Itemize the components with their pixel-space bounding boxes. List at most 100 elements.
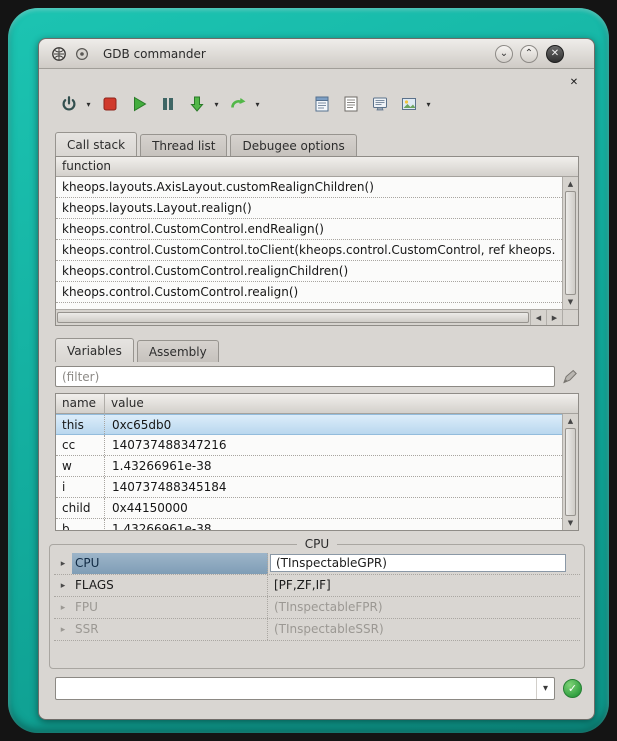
snapshot-button[interactable] (397, 92, 421, 116)
variables-header: name value (56, 394, 578, 414)
continue-button[interactable] (226, 92, 250, 116)
scroll-up-icon[interactable]: ▲ (563, 414, 578, 428)
power-button[interactable] (57, 92, 81, 116)
scrollbar-thumb[interactable] (565, 191, 576, 295)
callstack-horizontal-scrollbar[interactable]: ◀ ▶ (56, 309, 562, 325)
run-button[interactable] (127, 92, 151, 116)
cpu-row[interactable]: ▸ FLAGS [PF,ZF,IF] (54, 575, 580, 597)
command-combobox[interactable]: ▾ (55, 677, 555, 700)
send-command-button[interactable]: ✓ (563, 679, 582, 698)
snapshot-dropdown-icon[interactable]: ▾ (424, 100, 433, 109)
titlebar[interactable]: GDB commander ⌄ ⌃ ✕ (39, 39, 594, 69)
scroll-down-icon[interactable]: ▼ (563, 295, 578, 309)
cpu-groupbox: CPU ▸ CPU (TInspectableGPR) ▸ FLAGS [PF,… (49, 537, 585, 669)
filter-icon[interactable] (561, 368, 579, 386)
expander-icon[interactable]: ▸ (54, 559, 72, 569)
column-header-function[interactable]: function (56, 157, 578, 177)
scroll-left-icon[interactable]: ◀ (530, 310, 546, 325)
tab-call-stack[interactable]: Call stack (55, 132, 137, 156)
variables-tabbar: Variables Assembly (55, 338, 222, 362)
variable-row[interactable]: cc 140737488347216 (56, 435, 562, 456)
step-button[interactable] (185, 92, 209, 116)
variable-row[interactable]: child 0x44150000 (56, 498, 562, 519)
tab-debugee-options[interactable]: Debugee options (230, 134, 356, 156)
app-icon (51, 46, 67, 62)
cpu-row[interactable]: ▸ FPU (TInspectableFPR) (54, 597, 580, 619)
callstack-tabbar: Call stack Thread list Debugee options (55, 132, 360, 156)
expander-icon[interactable]: ▸ (54, 603, 72, 613)
column-header-name[interactable]: name (56, 394, 105, 414)
variable-name: b (56, 519, 105, 530)
callstack-header: function (56, 157, 578, 177)
output-button[interactable] (339, 92, 363, 116)
expander-icon[interactable]: ▸ (54, 625, 72, 635)
register-group-name: SSR (72, 619, 268, 640)
scroll-right-icon[interactable]: ▶ (546, 310, 562, 325)
debug-toolbar: ▾ (57, 89, 582, 119)
variable-row[interactable]: w 1.43266961e-38 (56, 456, 562, 477)
cpu-row[interactable]: ▸ SSR (TInspectableSSR) (54, 619, 580, 641)
callstack-vertical-scrollbar[interactable]: ▲ ▼ (562, 177, 578, 309)
callstack-row[interactable]: kheops.control.CustomControl.toClient(kh… (56, 240, 562, 261)
callstack-table: function kheops.layouts.AxisLayout.custo… (55, 156, 579, 326)
callstack-row[interactable]: kheops.layouts.AxisLayout.customRealignC… (56, 177, 562, 198)
stop-button[interactable] (98, 92, 122, 116)
cpu-row[interactable]: ▸ CPU (TInspectableGPR) (54, 553, 580, 575)
command-input[interactable] (56, 678, 536, 699)
step-dropdown-icon[interactable]: ▾ (212, 100, 221, 109)
power-icon (60, 95, 78, 113)
variable-row[interactable]: this 0xc65db0 (56, 414, 562, 435)
scroll-up-icon[interactable]: ▲ (563, 177, 578, 191)
shade-button[interactable]: ⌄ (495, 45, 513, 63)
tab-variables[interactable]: Variables (55, 338, 134, 362)
register-group-value: (TInspectableFPR) (268, 597, 580, 618)
combo-dropdown-icon[interactable]: ▾ (536, 678, 554, 699)
variables-rows: this 0xc65db0 cc 140737488347216 w 1.432… (56, 414, 562, 530)
dock-close-button[interactable]: ✕ (567, 76, 581, 90)
pause-button[interactable] (156, 92, 180, 116)
scrollbar-thumb[interactable] (57, 312, 529, 323)
variable-value: 0x44150000 (105, 498, 562, 518)
list-icon (342, 95, 360, 113)
variable-name: w (56, 456, 105, 476)
power-dropdown-icon[interactable]: ▾ (84, 100, 93, 109)
cpu-rows: ▸ CPU (TInspectableGPR) ▸ FLAGS [PF,ZF,I… (54, 553, 580, 641)
variable-row[interactable]: i 140737488345184 (56, 477, 562, 498)
tab-thread-list[interactable]: Thread list (140, 134, 227, 156)
expander-icon[interactable]: ▸ (54, 581, 72, 591)
context-help-icon[interactable] (75, 47, 89, 61)
callstack-row[interactable]: kheops.control.CustomControl.realignChil… (56, 261, 562, 282)
register-value-field[interactable]: (TInspectableGPR) (270, 554, 566, 572)
filter-input[interactable] (55, 366, 555, 387)
callstack-row[interactable]: kheops.control.CustomControl.realign() (56, 282, 562, 303)
evaluate-button[interactable] (310, 92, 334, 116)
callstack-row[interactable]: kheops.control.CustomControl.endRealign(… (56, 219, 562, 240)
variable-row[interactable]: b 1.43266961e-38 (56, 519, 562, 530)
scrollbar-corner (562, 309, 578, 325)
run-icon (130, 95, 148, 113)
variable-name: this (56, 415, 105, 434)
column-header-value[interactable]: value (105, 394, 578, 414)
continue-icon (229, 95, 247, 113)
callstack-row[interactable]: kheops.layouts.Layout.realign() (56, 198, 562, 219)
maximize-button[interactable]: ⌃ (520, 45, 538, 63)
variables-vertical-scrollbar[interactable]: ▲ ▼ (562, 414, 578, 530)
close-button[interactable]: ✕ (546, 45, 564, 63)
watch-button[interactable] (368, 92, 392, 116)
document-icon (313, 95, 331, 113)
desktop-background: GDB commander ⌄ ⌃ ✕ ✕ ▾ (0, 0, 617, 741)
variable-name: cc (56, 435, 105, 455)
scrollbar-thumb[interactable] (565, 428, 576, 516)
tab-assembly[interactable]: Assembly (137, 340, 219, 362)
continue-dropdown-icon[interactable]: ▾ (253, 100, 262, 109)
step-down-icon (188, 95, 206, 113)
variable-name: child (56, 498, 105, 518)
variable-value: 1.43266961e-38 (105, 456, 562, 476)
variable-value: 1.43266961e-38 (105, 519, 562, 530)
gdb-commander-window: GDB commander ⌄ ⌃ ✕ ✕ ▾ (38, 38, 595, 720)
image-icon (400, 95, 418, 113)
scroll-down-icon[interactable]: ▼ (563, 516, 578, 530)
variables-table: name value this 0xc65db0 cc 140737488347… (55, 393, 579, 531)
callstack-rows: kheops.layouts.AxisLayout.customRealignC… (56, 177, 562, 309)
variable-value: 140737488347216 (105, 435, 562, 455)
